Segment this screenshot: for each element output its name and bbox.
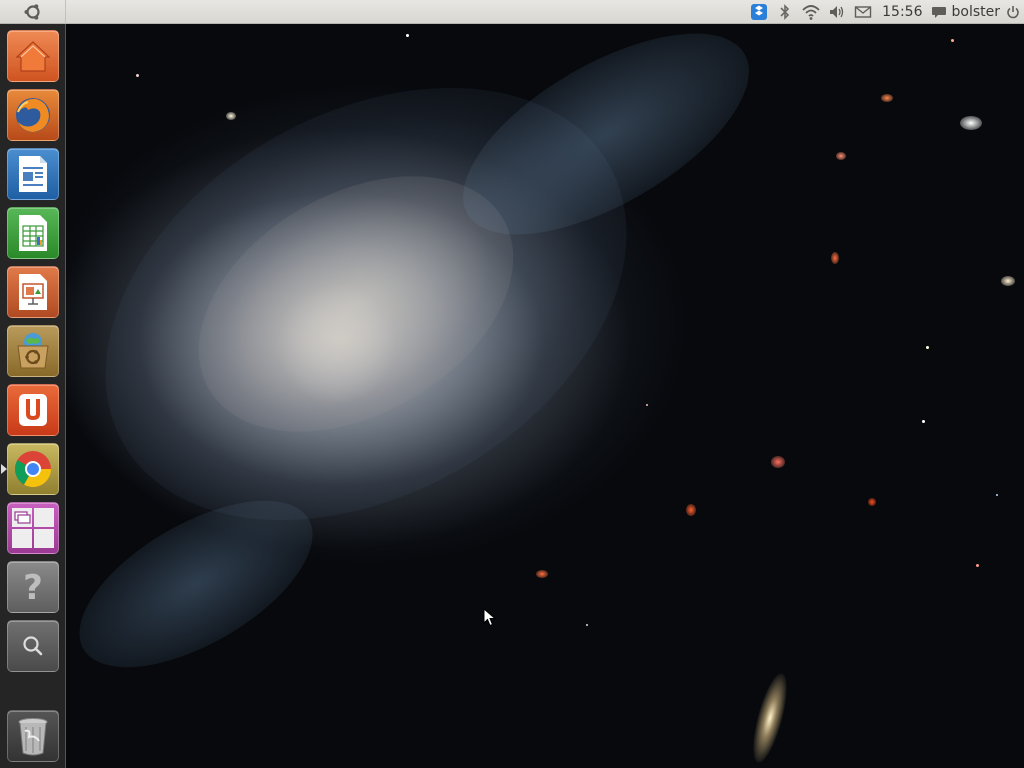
launcher-help[interactable]: ? [7,561,59,613]
ubuntu-logo-icon[interactable] [22,2,44,22]
screen: 15:56 bolster ? [0,0,1024,768]
impress-icon [19,274,47,310]
chat-status-icon [931,4,947,20]
wifi-icon[interactable] [799,0,823,24]
trash-icon [18,718,48,756]
launcher-trash[interactable] [7,710,59,762]
mouse-pointer-icon [483,607,497,632]
desktop-wallpaper [66,24,1024,768]
messaging-envelope-icon[interactable] [851,0,875,24]
launcher: ? [0,24,66,768]
top-panel: 15:56 bolster [0,0,1024,24]
power-icon[interactable] [1006,5,1020,19]
panel-separator [65,0,66,24]
workspace-switcher-icon [12,508,54,548]
launcher-google-chrome[interactable] [1,443,59,495]
user-menu[interactable]: bolster [931,4,1024,20]
software-center-icon [17,333,49,369]
svg-text:?: ? [23,568,43,606]
launcher-dash-search[interactable] [7,620,59,672]
chrome-icon [14,451,52,488]
dropbox-icon[interactable] [747,0,771,24]
launcher-firefox[interactable] [7,89,59,141]
ubuntu-one-icon [19,394,47,426]
bluetooth-icon[interactable] [773,0,797,24]
launcher-workspace-switcher[interactable] [7,502,59,554]
launcher-libreoffice-impress[interactable] [7,266,59,318]
writer-icon [19,156,47,192]
clock[interactable]: 15:56 [876,4,930,20]
launcher-libreoffice-writer[interactable] [7,148,59,200]
help-icon: ? [23,568,43,606]
calc-icon [19,215,47,251]
home-icon [15,41,51,72]
user-name: bolster [951,4,1001,20]
volume-icon[interactable] [825,0,849,24]
launcher-ubuntu-software-center[interactable] [7,325,59,377]
running-app-indicator [1,464,7,474]
search-icon [23,636,43,656]
firefox-icon [16,98,50,132]
launcher-ubuntu-one[interactable] [7,384,59,436]
launcher-libreoffice-calc[interactable] [7,207,59,259]
indicator-area: 15:56 bolster [746,0,1024,24]
launcher-home-folder[interactable] [7,30,59,82]
